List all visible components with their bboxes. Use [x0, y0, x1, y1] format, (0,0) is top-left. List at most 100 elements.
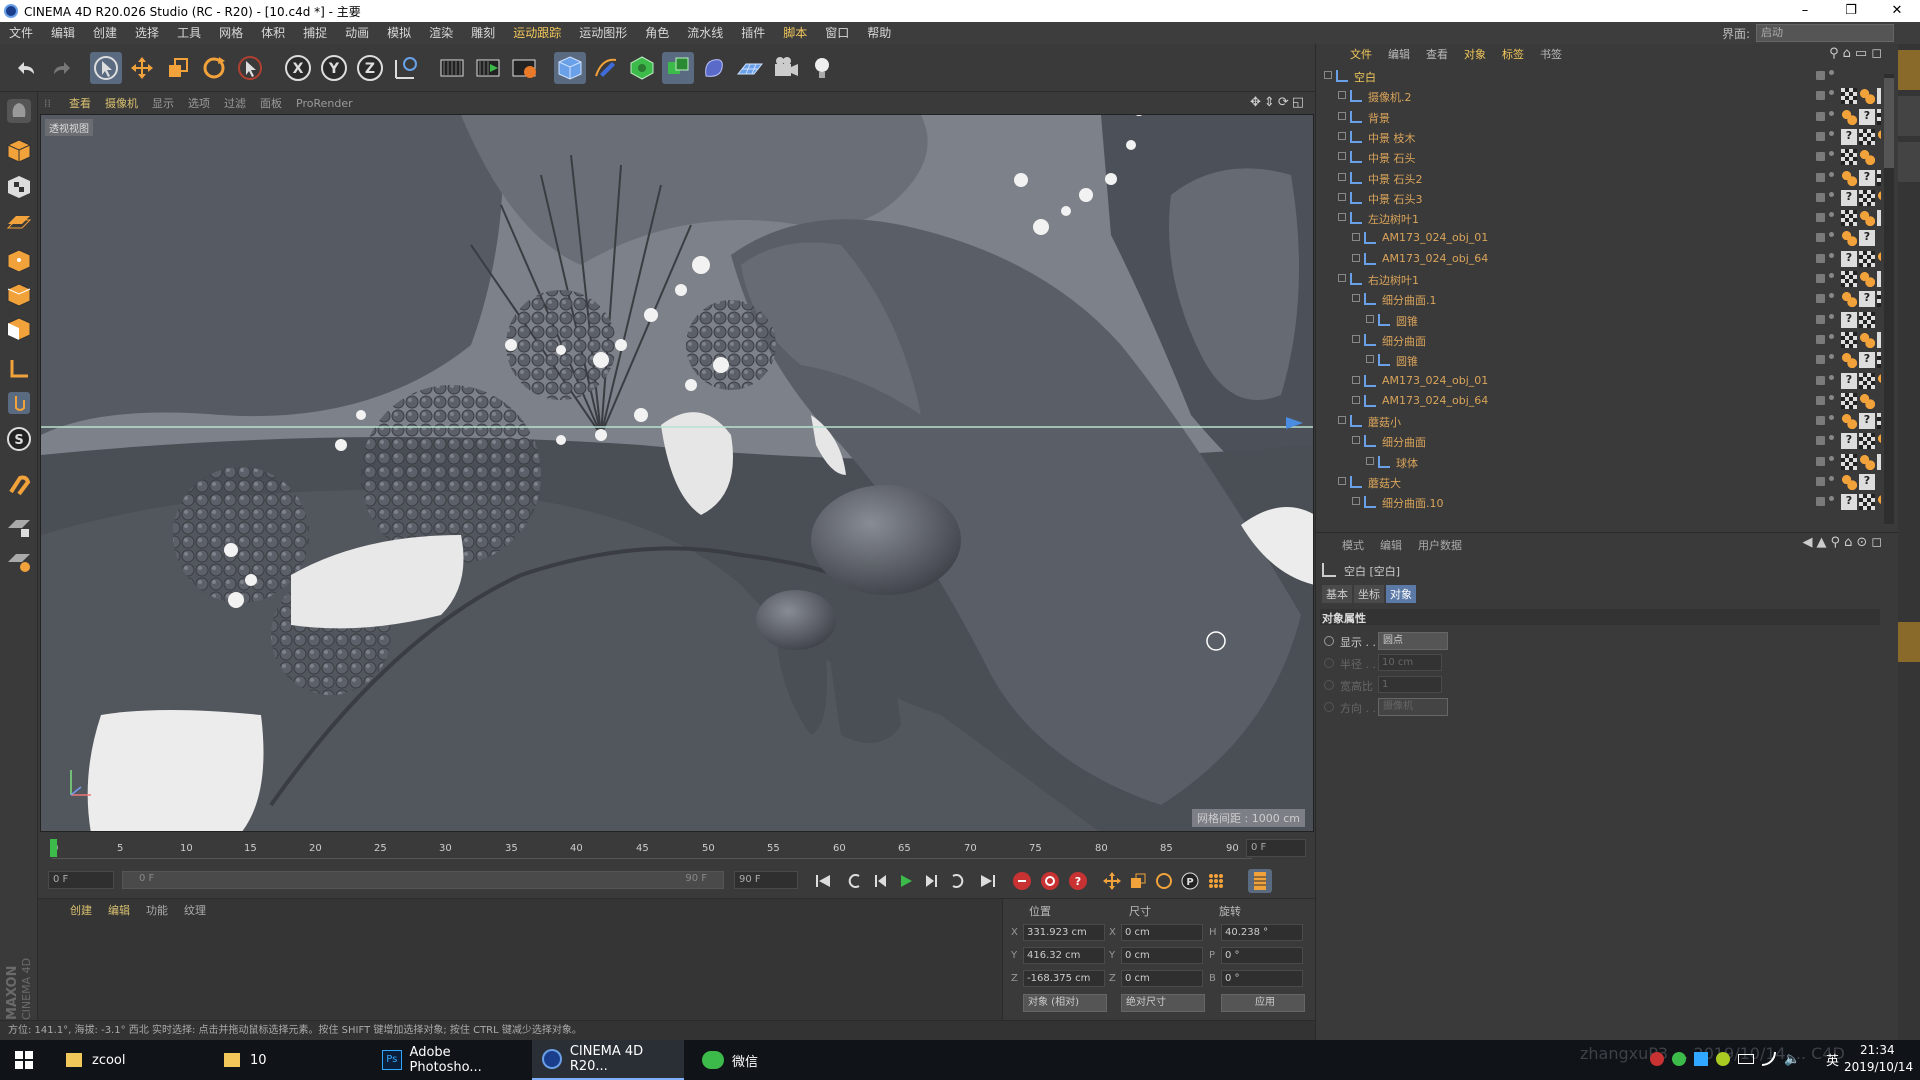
object-row[interactable]: 细分曲面? — [1316, 330, 1881, 350]
layer-toggle[interactable] — [1816, 477, 1825, 486]
position-z-field[interactable]: -168.375 cm — [1023, 970, 1105, 987]
key-position-icon[interactable] — [1100, 869, 1124, 893]
material-tag-icon[interactable] — [1859, 189, 1875, 206]
expand-toggle-icon[interactable] — [1338, 213, 1346, 222]
visibility-dot[interactable] — [1829, 90, 1834, 96]
coordinate-system-icon[interactable] — [390, 52, 422, 84]
phong-tag-icon[interactable] — [1859, 453, 1875, 470]
clock-date[interactable]: 2019/10/14 — [1844, 1060, 1913, 1074]
expand-toggle-icon[interactable] — [1366, 456, 1374, 465]
viewport-nav-icons[interactable]: ✥⇕⟳◱ — [1250, 95, 1307, 110]
expand-toggle-icon[interactable] — [1352, 334, 1360, 343]
object-name[interactable]: 左边树叶1 — [1368, 211, 1419, 227]
visibility-dot[interactable] — [1829, 496, 1834, 502]
phong-tag-icon[interactable] — [1841, 291, 1857, 308]
goto-end-icon[interactable] — [976, 869, 1000, 893]
phong-tag-icon[interactable] — [1859, 149, 1875, 166]
phong-tag-icon[interactable] — [1841, 413, 1857, 430]
layer-toggle[interactable] — [1816, 395, 1825, 405]
display-dropdown[interactable]: 圆点 — [1378, 632, 1448, 650]
coord-mode-dropdown[interactable]: 对象 (相对) — [1023, 994, 1107, 1012]
missing-texture-tag-icon[interactable]: ? — [1877, 88, 1881, 105]
undo-icon[interactable] — [10, 52, 42, 84]
anim-toggle-aspect[interactable] — [1324, 680, 1334, 690]
render-settings-icon[interactable] — [508, 52, 540, 84]
expand-toggle-icon[interactable] — [1366, 355, 1374, 364]
phong-tag-icon[interactable] — [1859, 88, 1875, 105]
taskbar-item-photoshop[interactable]: Ps Adobe Photosho... — [372, 1040, 524, 1080]
om-menu-tags[interactable]: 标签 — [1494, 46, 1532, 62]
taskbar-item-cinema4d[interactable]: CINEMA 4D R20... — [532, 1040, 684, 1080]
floor-icon[interactable] — [734, 52, 766, 84]
object-row[interactable]: 中景 石头2? — [1316, 168, 1881, 188]
material-tag-icon[interactable] — [1841, 88, 1857, 105]
visibility-dot[interactable] — [1829, 130, 1834, 136]
attr-menu-mode[interactable]: 模式 — [1342, 537, 1364, 553]
layer-toggle[interactable] — [1816, 334, 1825, 344]
layer-toggle[interactable] — [1816, 497, 1825, 507]
phong-tag-icon[interactable] — [1841, 230, 1857, 247]
menu-snap[interactable]: 捕捉 — [294, 22, 336, 44]
missing-texture-tag-icon[interactable]: ? — [1859, 291, 1875, 308]
planar-workplane-icon[interactable] — [3, 546, 35, 576]
phong-tag-icon[interactable] — [1877, 372, 1881, 389]
menu-select[interactable]: 选择 — [126, 22, 168, 44]
redo-icon[interactable] — [46, 52, 78, 84]
enable-snap-icon[interactable] — [3, 470, 35, 500]
position-x-field[interactable]: 331.923 cm — [1023, 924, 1105, 941]
volume-icon[interactable]: 🔈 — [1784, 1052, 1800, 1067]
object-name[interactable]: 细分曲面 — [1382, 333, 1426, 349]
om-menu-file[interactable]: 文件 — [1342, 46, 1380, 62]
x-axis-icon[interactable]: X — [282, 52, 314, 84]
material-tag-icon[interactable] — [1859, 494, 1875, 511]
om-menu-edit[interactable]: 编辑 — [1380, 46, 1418, 62]
object-row[interactable]: 球体? — [1316, 452, 1881, 472]
play-icon[interactable] — [894, 869, 918, 893]
prev-frame-icon[interactable] — [868, 869, 892, 893]
start-button[interactable] — [0, 1040, 48, 1080]
workplane-icon[interactable] — [3, 206, 35, 236]
phong-tag-icon[interactable] — [1877, 189, 1881, 206]
material-tag-icon[interactable] — [1841, 210, 1857, 227]
menu-volume[interactable]: 体积 — [252, 22, 294, 44]
visibility-dot[interactable] — [1829, 232, 1834, 238]
missing-texture-tag-icon[interactable]: ? — [1859, 413, 1875, 430]
layer-toggle[interactable] — [1816, 294, 1825, 304]
om-menu-bookmarks[interactable]: 书签 — [1532, 46, 1570, 62]
tweak-mode-icon[interactable] — [3, 388, 35, 418]
size-z-field[interactable]: 0 cm — [1121, 970, 1203, 987]
material-menu-function[interactable]: 功能 — [138, 902, 176, 918]
layer-toggle[interactable] — [1816, 375, 1825, 385]
timeline-ruler[interactable]: 0 5 10 15 20 25 30 35 40 45 50 55 60 65 … — [38, 835, 1315, 861]
missing-texture-tag-icon[interactable]: ? — [1877, 453, 1881, 470]
size-y-field[interactable]: 0 cm — [1121, 947, 1203, 964]
object-name[interactable]: 蘑菇小 — [1368, 414, 1401, 430]
object-row[interactable]: 背景? — [1316, 107, 1881, 127]
wifi-icon[interactable] — [1762, 1052, 1776, 1066]
menu-motion-tracking[interactable]: 运动跟踪 — [504, 22, 570, 44]
taskbar-item-folder-10[interactable]: 10 — [214, 1040, 364, 1080]
object-row[interactable]: 细分曲面.1?? — [1316, 289, 1881, 309]
phong-tag-icon[interactable] — [1877, 250, 1881, 267]
deformer-icon[interactable] — [698, 52, 730, 84]
range-slider[interactable]: 0 F 90 F — [122, 871, 724, 889]
material-tag-icon[interactable] — [1859, 372, 1875, 389]
missing-texture-tag-icon[interactable]: ? — [1877, 271, 1881, 287]
object-row[interactable]: AM173_024_obj_01?? — [1316, 371, 1881, 391]
z-axis-icon[interactable]: Z — [354, 52, 386, 84]
keyframe-selection-icon[interactable]: ? — [1066, 869, 1090, 893]
visibility-dot[interactable] — [1829, 435, 1834, 441]
expand-toggle-icon[interactable] — [1352, 375, 1360, 384]
material-tag-icon[interactable] — [1841, 453, 1857, 470]
cloner-icon[interactable] — [662, 52, 694, 84]
position-y-field[interactable]: 416.32 cm — [1023, 947, 1105, 964]
missing-texture-tag-icon[interactable]: ? — [1841, 189, 1857, 206]
viewport-menu-cameras[interactable]: 摄像机 — [98, 95, 145, 111]
record-keys-icon[interactable] — [1010, 869, 1034, 893]
phong-tag-icon[interactable] — [1841, 352, 1857, 369]
visibility-dot[interactable] — [1829, 70, 1834, 75]
object-name[interactable]: 圆锥 — [1396, 313, 1418, 329]
object-name[interactable]: 中景 石头 — [1368, 150, 1416, 166]
object-row[interactable]: 中景 枝木?? — [1316, 127, 1881, 147]
object-row[interactable]: AM173_024_obj_64? — [1316, 249, 1881, 269]
